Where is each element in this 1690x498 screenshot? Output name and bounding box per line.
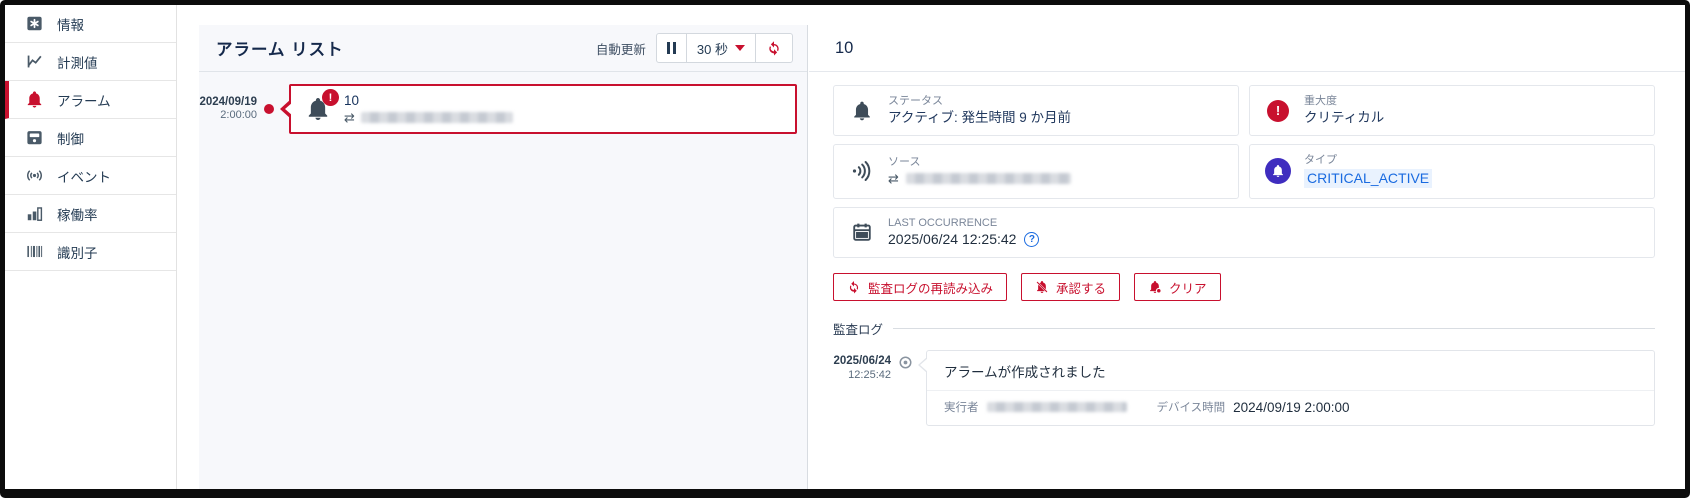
sidebar-item-info[interactable]: 情報 xyxy=(5,5,176,43)
broadcast-icon xyxy=(24,166,44,186)
alarm-list-title: アラーム リスト xyxy=(216,41,344,59)
calendar-icon xyxy=(849,221,875,243)
sidebar-item-label: イベント xyxy=(57,169,111,185)
alarm-list-item[interactable]: ! 10 ⇄ xyxy=(280,84,797,134)
alarm-entry-date: 2024/09/19 xyxy=(199,95,257,108)
refresh-icon xyxy=(769,41,779,56)
acknowledge-label: 承認する xyxy=(1056,281,1107,296)
auto-refresh-label: 自動更新 xyxy=(595,42,646,57)
refresh-icon xyxy=(849,281,859,294)
status-value: アクティブ: 発生時間 9 か月前 xyxy=(888,109,1072,125)
sidebar-item-label: 稼働率 xyxy=(57,207,98,223)
alarm-detail-panel: 10 ステータス アクティブ: 発生時間 9 か月前 ! 重大度 クリティカル xyxy=(809,25,1685,489)
caret-down-icon xyxy=(735,45,745,51)
audit-log-entry: 2025/06/24 12:25:42 アラームが作成されました 実行者 デバイ… xyxy=(825,350,1655,427)
alarm-entry-title: 10 xyxy=(344,92,360,108)
control-meter-icon xyxy=(24,128,44,148)
severity-dot-icon xyxy=(264,104,274,114)
sidebar-item-identifiers[interactable]: 識別子 xyxy=(5,233,176,271)
detail-title: 10 xyxy=(809,25,1685,72)
source-card: ソース ⇄ xyxy=(833,144,1239,199)
interval-dropdown[interactable]: 30 秒 xyxy=(685,34,755,62)
severity-exclamation-icon: ! xyxy=(1267,99,1289,122)
audit-entry-time: 12:25:42 xyxy=(848,368,891,381)
status-card: ステータス アクティブ: 発生時間 9 か月前 xyxy=(833,85,1239,137)
refresh-control-group: 30 秒 xyxy=(655,33,793,63)
type-bell-icon xyxy=(1265,158,1291,185)
clear-label: クリア xyxy=(1169,281,1207,296)
last-occurrence-value: 2025/06/24 12:25:42 xyxy=(888,231,1017,248)
last-occurrence-card: LAST OCCURRENCE 2025/06/24 12:25:42 ? xyxy=(833,206,1655,259)
severity-card: ! 重大度 クリティカル xyxy=(1249,85,1655,137)
type-label: タイプ xyxy=(1304,154,1337,167)
barcode-icon xyxy=(24,242,44,262)
audit-entry-message: アラームが作成されました xyxy=(944,365,1106,381)
exclamation-badge-icon: ! xyxy=(322,89,339,106)
reload-audit-log-button[interactable]: 監査ログの再読み込み xyxy=(833,273,1008,302)
alarm-bell-icon: ! xyxy=(305,89,339,122)
swap-icon: ⇄ xyxy=(888,170,899,186)
severity-label: 重大度 xyxy=(1304,95,1337,107)
sidebar-item-utilization[interactable]: 稼働率 xyxy=(5,195,176,233)
sidebar-item-label: 制御 xyxy=(57,131,84,147)
alarm-list-header: アラーム リスト 自動更新 30 秒 xyxy=(199,25,807,72)
audit-entry-bubble: アラームが作成されました 実行者 デバイス時間 2024/09/19 2:00:… xyxy=(918,350,1655,427)
sidebar-item-control[interactable]: 制御 xyxy=(5,119,176,157)
acknowledge-button[interactable]: 承認する xyxy=(1021,273,1121,302)
sidebar-item-label: 計測値 xyxy=(57,55,98,71)
alarm-entry-time: 2:00:00 xyxy=(220,109,257,122)
pause-button[interactable] xyxy=(657,34,686,62)
type-card: タイプ CRITICAL_ACTIVE xyxy=(1249,144,1655,199)
bell-off-icon xyxy=(1036,281,1048,294)
alarm-list-panel: アラーム リスト 自動更新 30 秒 2024/09/19 2:00:00 ! … xyxy=(199,25,808,489)
sidebar-item-label: 識別子 xyxy=(57,245,98,261)
source-label: ソース xyxy=(888,156,921,169)
swap-icon: ⇄ xyxy=(344,109,355,125)
type-value-link[interactable]: CRITICAL_ACTIVE xyxy=(1304,168,1433,188)
refresh-button[interactable] xyxy=(755,34,792,62)
alarm-entry-timestamp: 2024/09/19 2:00:00 xyxy=(199,95,257,123)
bell-clear-icon xyxy=(1150,281,1162,294)
sidebar-item-measurements[interactable]: 計測値 xyxy=(5,43,176,81)
sidebar: 情報 計測値 アラーム 制御 イベント 稼働率 識別子 xyxy=(5,5,177,489)
redacted-executor-value xyxy=(986,402,1127,413)
severity-value: クリティカル xyxy=(1304,109,1385,125)
bell-icon xyxy=(24,90,44,110)
alarm-entry-row: 2024/09/19 2:00:00 ! 10 ⇄ xyxy=(199,84,797,134)
executor-label: 実行者 xyxy=(944,402,979,415)
info-square-icon xyxy=(24,14,44,34)
sidebar-item-events[interactable]: イベント xyxy=(5,157,176,195)
sidebar-item-label: 情報 xyxy=(57,17,84,33)
pause-icon xyxy=(666,42,676,54)
sidebar-item-label: アラーム xyxy=(57,93,111,109)
reload-audit-log-label: 監査ログの再読み込み xyxy=(868,281,994,296)
clear-button[interactable]: クリア xyxy=(1134,273,1221,302)
help-icon[interactable]: ? xyxy=(1024,232,1040,248)
redacted-source-value xyxy=(905,173,1071,185)
last-occurrence-label: LAST OCCURRENCE xyxy=(888,216,998,229)
interval-value: 30 秒 xyxy=(696,41,728,57)
section-divider xyxy=(893,328,1655,330)
audit-log-section-label: 監査ログ xyxy=(833,323,884,338)
target-dot-icon xyxy=(899,356,912,369)
status-bell-icon xyxy=(849,100,875,122)
device-time-label: デバイス時間 xyxy=(1156,402,1226,415)
redacted-source-text xyxy=(360,112,513,123)
line-chart-icon xyxy=(24,52,44,72)
sidebar-item-alarms[interactable]: アラーム xyxy=(5,81,176,119)
source-signal-icon xyxy=(849,159,875,183)
status-label: ステータス xyxy=(888,95,943,107)
audit-entry-date: 2025/06/24 xyxy=(833,355,891,368)
bar-chart-icon xyxy=(24,204,44,224)
device-time-value: 2024/09/19 2:00:00 xyxy=(1233,399,1350,415)
